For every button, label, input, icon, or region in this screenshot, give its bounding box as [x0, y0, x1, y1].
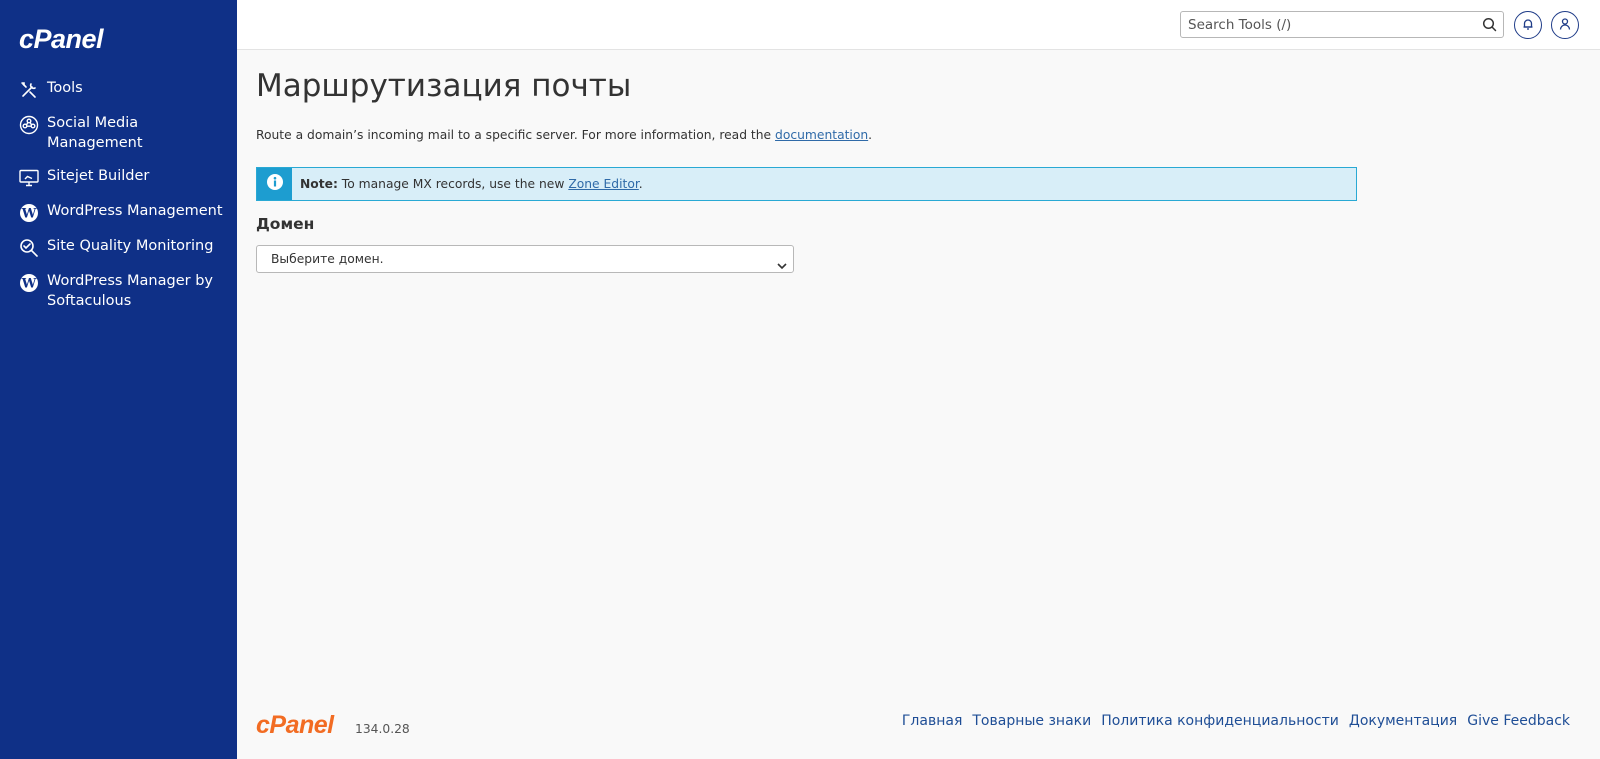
sidebar-item-tools[interactable]: Tools	[0, 78, 237, 100]
footer-cpanel-logo[interactable]: cPanel	[256, 711, 334, 740]
info-icon-bar	[257, 168, 292, 200]
sidebar-item-social-media-management[interactable]: Social Media Management	[0, 113, 237, 153]
page-description: Route a domain’s incoming mail to a spec…	[256, 128, 872, 142]
social-media-icon	[19, 115, 39, 135]
version-text: 134.0.28	[355, 722, 410, 736]
footer-links: Главная Товарные знаки Политика конфиден…	[902, 713, 1570, 729]
notifications-button[interactable]	[1514, 11, 1542, 39]
page-title: Маршрутизация почты	[256, 68, 632, 104]
note-label: Note:	[300, 177, 338, 191]
sidebar-nav: Tools Social Media Management Sitejet Bu…	[0, 78, 237, 324]
domain-label: Домен	[256, 215, 315, 233]
sidebar-item-label: WordPress Manager by Softaculous	[47, 273, 213, 309]
wordpress-icon: W	[19, 203, 39, 223]
footer-link-privacy-policy[interactable]: Политика конфиденциальности	[1101, 713, 1339, 729]
description-suffix: .	[868, 128, 873, 142]
documentation-link[interactable]: documentation	[775, 128, 868, 142]
sidebar-item-wordpress-management[interactable]: W WordPress Management	[0, 201, 237, 223]
svg-text:W: W	[21, 207, 37, 222]
sidebar-item-label: Site Quality Monitoring	[47, 238, 214, 254]
user-menu-button[interactable]	[1551, 11, 1579, 39]
sidebar-item-label: Social Media Management	[47, 115, 143, 151]
chevron-down-icon	[777, 255, 787, 274]
user-icon	[1558, 16, 1572, 35]
wordpress-icon: W	[19, 273, 39, 293]
footer-link-home[interactable]: Главная	[902, 713, 962, 729]
note-callout: Note: To manage MX records, use the new …	[256, 167, 1357, 201]
search-icon[interactable]	[1482, 17, 1497, 32]
search-box[interactable]	[1180, 11, 1504, 38]
footer-link-documentation[interactable]: Документация	[1349, 713, 1457, 729]
sidebar-item-label: Tools	[47, 80, 83, 96]
domain-select-value: Выберите домен.	[271, 252, 384, 266]
sidebar-item-label: Sitejet Builder	[47, 168, 150, 184]
note-body: To manage MX records, use the new	[337, 177, 569, 191]
domain-select[interactable]: Выберите домен.	[256, 245, 794, 273]
search-input[interactable]	[1181, 12, 1471, 37]
sidebar-item-site-quality-monitoring[interactable]: Site Quality Monitoring	[0, 236, 237, 258]
sidebar-item-sitejet-builder[interactable]: Sitejet Builder	[0, 166, 237, 188]
sidebar-item-label: WordPress Management	[47, 203, 223, 219]
monitor-icon	[19, 168, 39, 188]
footer-link-trademarks[interactable]: Товарные знаки	[972, 713, 1091, 729]
zone-editor-link[interactable]: Zone Editor	[568, 177, 638, 191]
note-suffix: .	[638, 177, 643, 191]
sidebar: cPanel Tools Social Media Management Sit…	[0, 0, 237, 759]
tools-icon	[19, 80, 39, 100]
info-icon	[266, 173, 284, 195]
magnifier-icon	[19, 238, 39, 258]
footer-link-give-feedback[interactable]: Give Feedback	[1467, 713, 1570, 729]
top-bar	[237, 0, 1600, 50]
note-text: Note: To manage MX records, use the new …	[300, 177, 643, 191]
bell-icon	[1521, 16, 1535, 35]
svg-text:W: W	[21, 277, 37, 292]
cpanel-logo[interactable]: cPanel	[19, 24, 104, 55]
sidebar-item-wordpress-manager-softaculous[interactable]: W WordPress Manager by Softaculous	[0, 271, 237, 311]
description-text: Route a domain’s incoming mail to a spec…	[256, 128, 776, 142]
